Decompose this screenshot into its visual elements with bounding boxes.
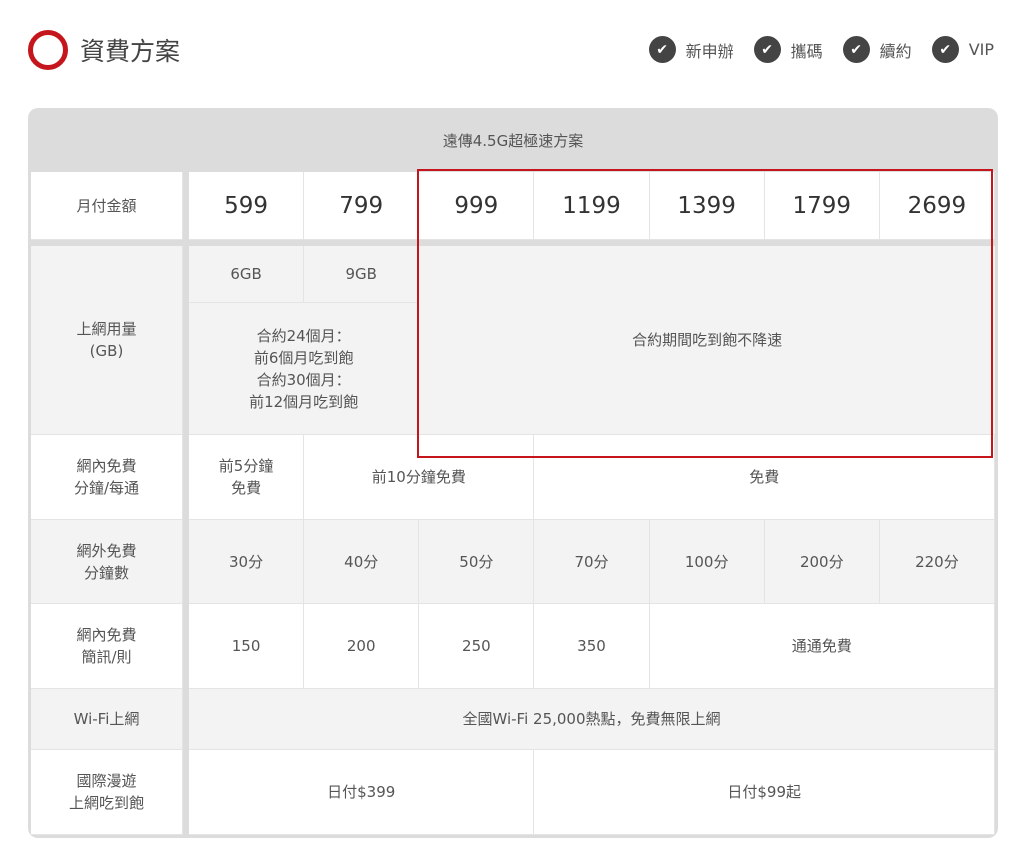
tag-new: ✔ 新申辦 [648,36,734,63]
offnet-cell: 220分 [879,520,995,604]
row-label-offnet: 網外免費 分鐘數 [31,520,183,604]
tag-label: 攜碼 [790,41,823,61]
plan-type-tags: ✔ 新申辦 ✔ 攜碼 ✔ 續約 ✔ VIP [629,36,994,63]
sms-cell: 350 [534,604,650,689]
page-title: 資費方案 [80,37,181,66]
sms-cell: 250 [419,604,535,689]
price-cell: 799 [304,172,420,240]
table-caption: 遠傳4.5G超極速方案 [442,131,584,150]
plan-table: 遠傳4.5G超極速方案 月付金額 599 799 999 1199 1399 1… [28,108,998,838]
check-icon: ✔ [931,36,959,63]
sms-cell: 200 [304,604,420,689]
offnet-cell: 50分 [419,520,535,604]
page-header: 資費方案 [28,30,180,70]
check-icon: ✔ [648,36,676,63]
sms-cell: 通通免費 [649,604,995,689]
wifi-cell: 全國Wi-Fi 25,000熱點，免費無限上網 [189,689,995,750]
tag-vip: ✔ VIP [931,36,994,63]
roaming-cell: 日付$99起 [534,750,995,835]
price-cell: 1399 [649,172,765,240]
data-contract-note: 合約24個月： 前6個月吃到飽 合約30個月： 前12個月吃到飽 [189,303,420,435]
row-label-roaming: 國際漫遊 上網吃到飽 [31,750,183,835]
check-icon: ✔ [842,36,870,63]
sms-cell: 150 [189,604,305,689]
data-cap-cell: 9GB [304,246,420,303]
tag-port: ✔ 攜碼 [753,36,823,63]
tag-label: 續約 [879,41,912,61]
row-label-sms: 網內免費 簡訊/則 [31,604,183,689]
offnet-cell: 100分 [649,520,765,604]
offnet-cell: 70分 [534,520,650,604]
row-label-wifi: Wi-Fi上網 [31,689,183,750]
price-cell: 599 [189,172,305,240]
onnet-call-cell: 前10分鐘免費 [304,435,535,520]
tag-label: VIP [968,40,994,59]
roaming-cell: 日付$399 [189,750,535,835]
price-cell: 1799 [764,172,880,240]
brand-ring-icon [28,30,68,70]
offnet-cell: 40分 [304,520,420,604]
row-label-price: 月付金額 [31,172,183,240]
offnet-cell: 200分 [764,520,880,604]
onnet-call-cell: 前5分鐘 免費 [189,435,305,520]
row-label-data: 上網用量 (GB) [31,246,183,435]
tag-label: 新申辦 [685,41,734,61]
price-cell: 999 [419,172,535,240]
offnet-cell: 30分 [189,520,305,604]
onnet-call-cell: 免費 [534,435,995,520]
row-label-onnet-call: 網內免費 分鐘/每通 [31,435,183,520]
data-unlimited-cell: 合約期間吃到飽不降速 [419,246,995,435]
price-cell: 1199 [534,172,650,240]
check-icon: ✔ [753,36,781,63]
price-cell: 2699 [879,172,995,240]
data-cap-cell: 6GB [189,246,305,303]
tag-renew: ✔ 續約 [842,36,912,63]
